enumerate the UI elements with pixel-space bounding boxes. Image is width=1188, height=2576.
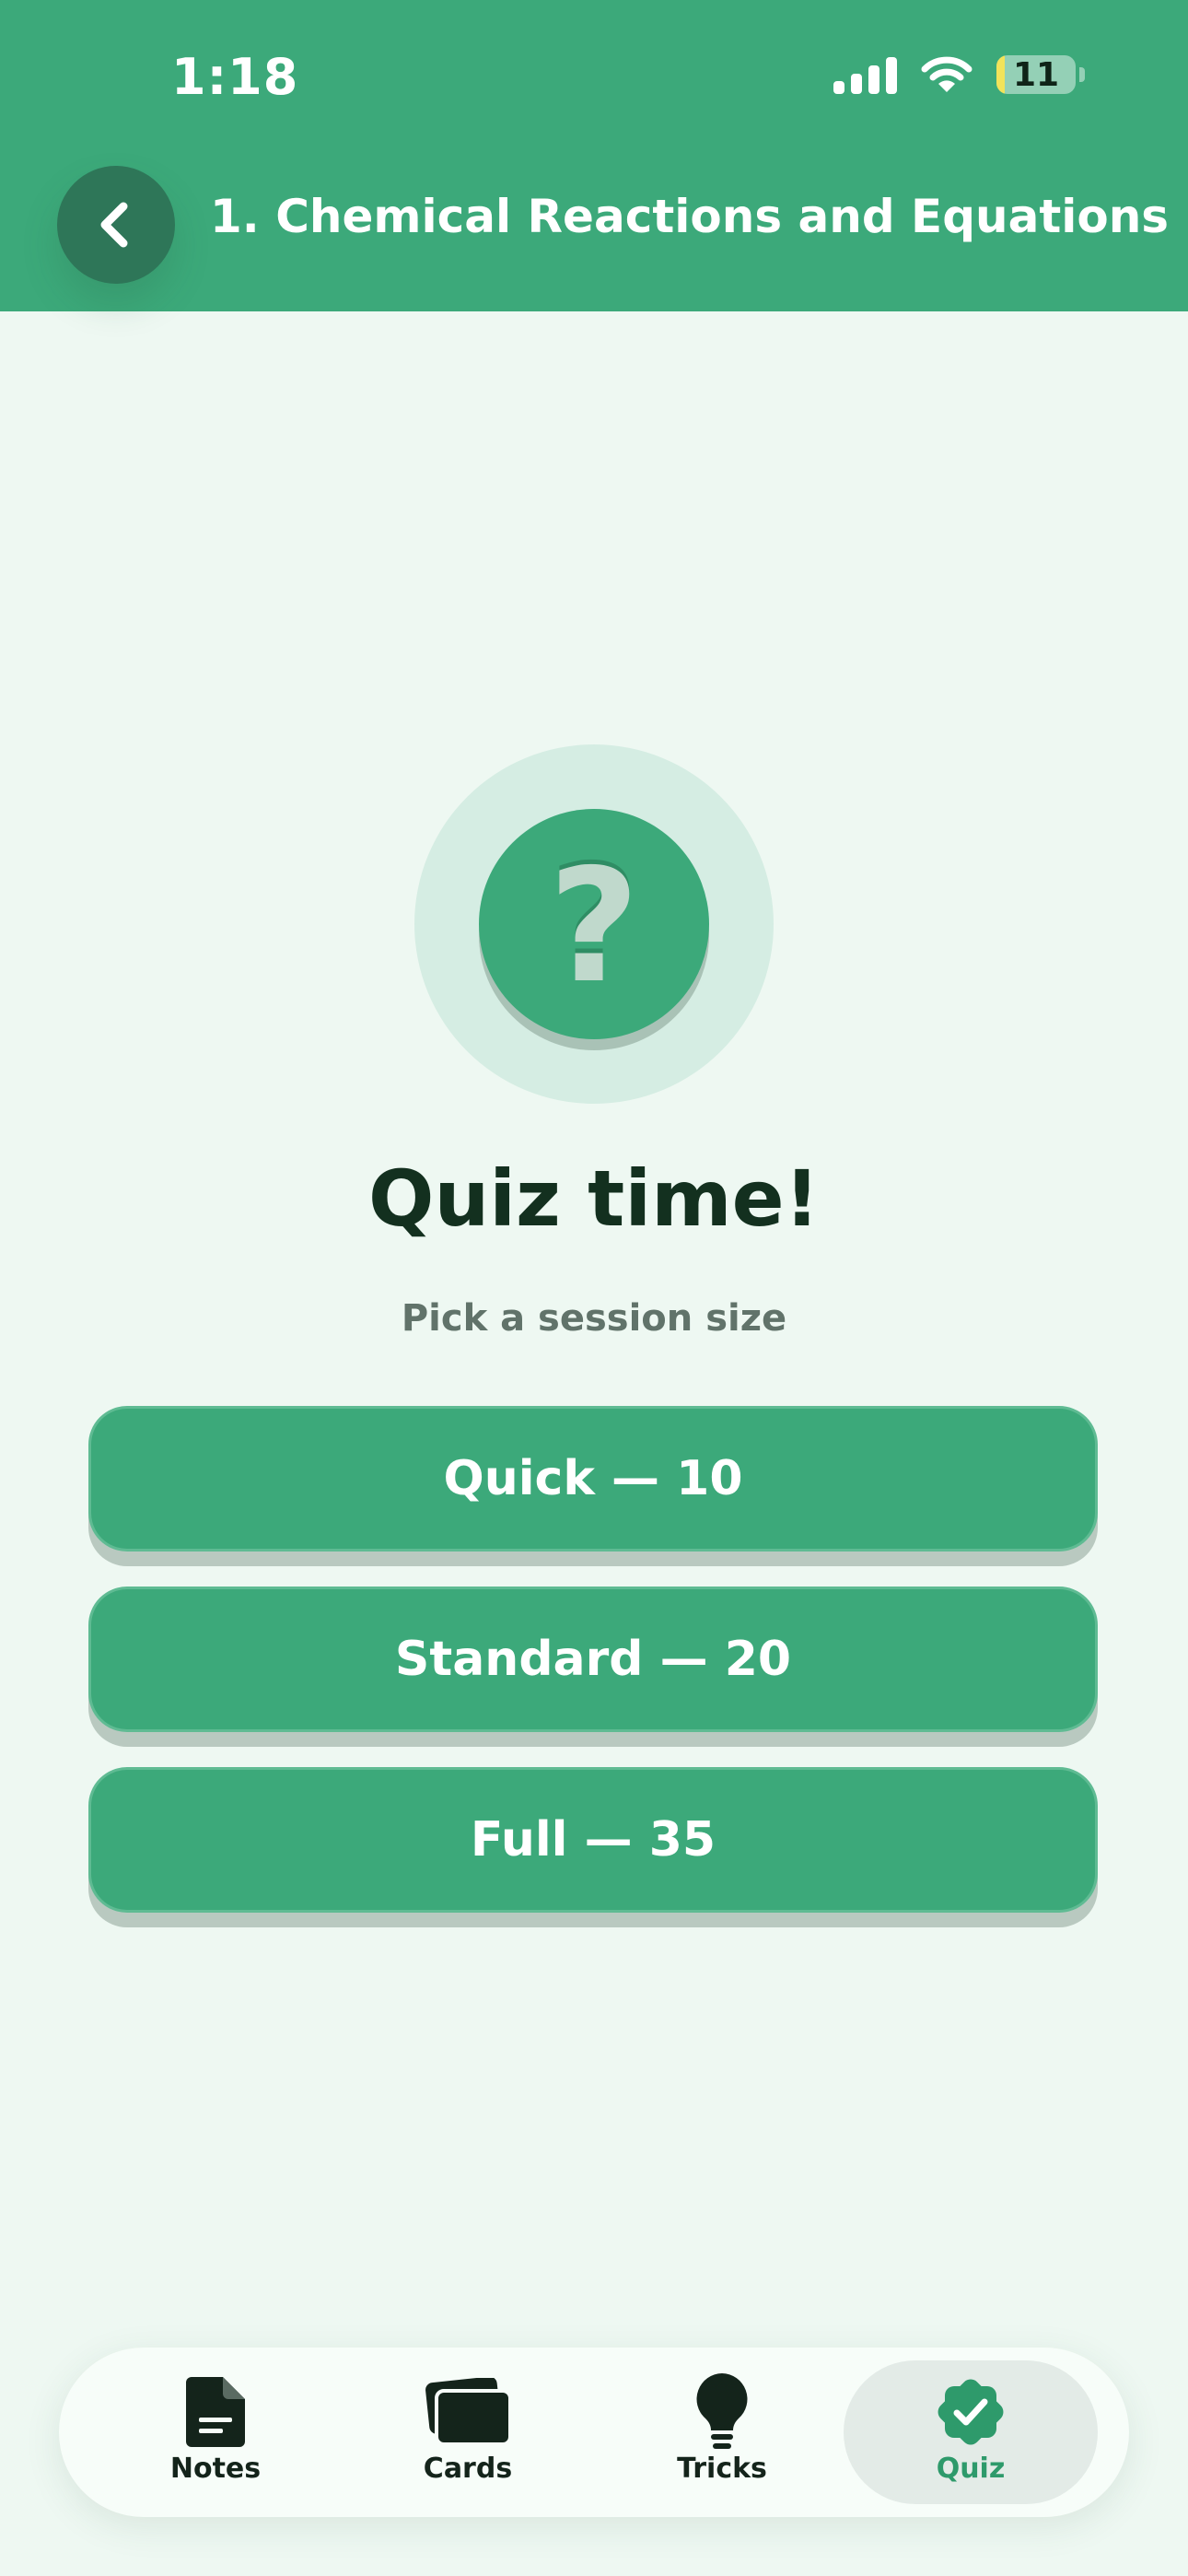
lightbulb-icon <box>696 2373 748 2449</box>
check-badge-icon <box>938 2379 1004 2445</box>
cards-icon <box>425 2378 512 2446</box>
bottom-tab-bar: Notes Cards Tricks Quiz <box>59 2348 1129 2517</box>
full-session-button[interactable]: Full — 35 <box>88 1767 1098 1913</box>
chevron-left-icon <box>100 202 128 248</box>
quick-session-button[interactable]: Quick — 10 <box>88 1406 1098 1551</box>
battery-cap <box>1079 67 1085 82</box>
page-title: 1. Chemical Reactions and Equations <box>210 190 1170 243</box>
wifi-icon <box>921 56 973 92</box>
quiz-hero: ? <box>414 744 774 1104</box>
question-mark-icon: ? <box>548 836 640 1018</box>
tab-quiz[interactable]: Quiz <box>844 2360 1098 2504</box>
tab-tricks-label: Tricks <box>677 2453 767 2485</box>
header: 1:18 11 1. Chemical Reactions and Equati… <box>0 0 1188 311</box>
cellular-signal-icon <box>833 55 897 94</box>
question-mark-badge: ? <box>479 809 709 1039</box>
battery-level <box>996 55 1006 94</box>
standard-session-button[interactable]: Standard — 20 <box>88 1587 1098 1732</box>
tab-quiz-label: Quiz <box>936 2453 1006 2485</box>
tab-notes[interactable]: Notes <box>88 2360 343 2504</box>
back-button[interactable] <box>57 166 175 284</box>
battery-icon: 11 <box>996 55 1076 94</box>
quiz-heading: Quiz time! <box>368 1153 820 1244</box>
tab-cards-label: Cards <box>423 2453 513 2485</box>
document-icon <box>186 2377 245 2447</box>
status-icons: 11 <box>833 55 1085 94</box>
status-time: 1:18 <box>171 48 299 106</box>
tab-tricks[interactable]: Tricks <box>595 2360 849 2504</box>
session-size-subtitle: Pick a session size <box>401 1297 787 1340</box>
tab-cards[interactable]: Cards <box>341 2360 595 2504</box>
tab-notes-label: Notes <box>169 2453 262 2485</box>
battery-percentage: 11 <box>1012 55 1060 94</box>
